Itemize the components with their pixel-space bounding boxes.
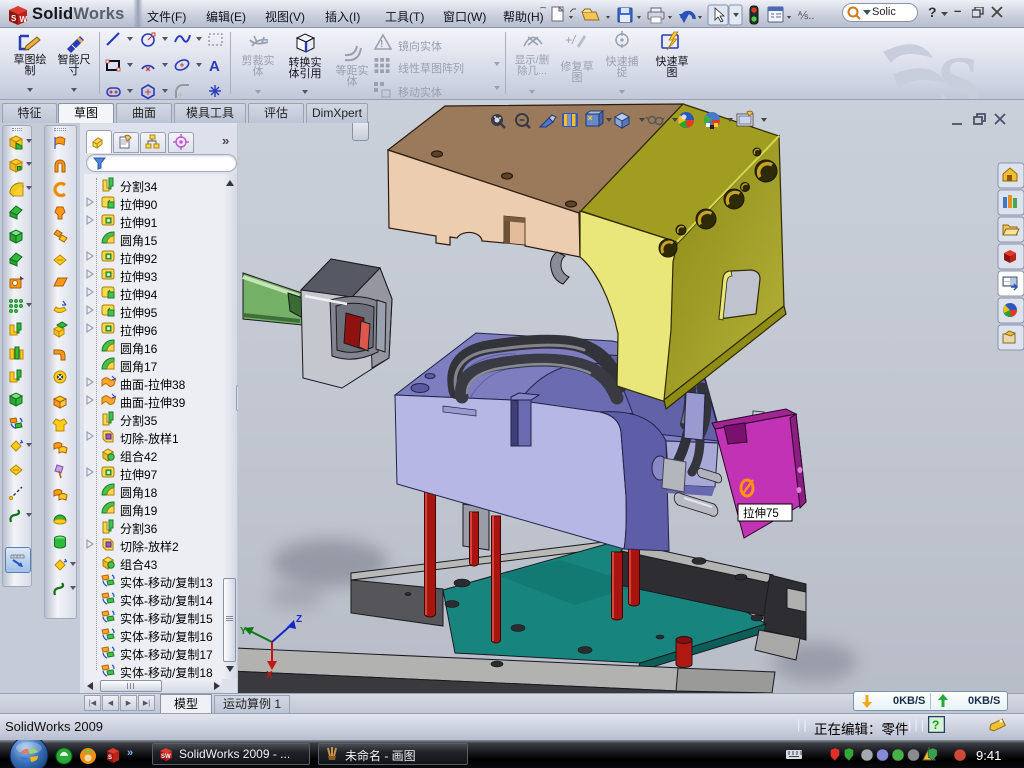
svg-text:Z: Z bbox=[296, 614, 302, 625]
svg-text:+/: +/ bbox=[565, 33, 577, 47]
svg-text:?: ? bbox=[932, 718, 939, 732]
svg-text:»: » bbox=[127, 747, 133, 759]
svg-text:!: ! bbox=[380, 39, 383, 50]
svg-text:S: S bbox=[11, 14, 17, 23]
svg-text:A: A bbox=[209, 58, 220, 75]
svg-text:⅍..: ⅍.. bbox=[797, 10, 814, 22]
svg-text:SW: SW bbox=[161, 754, 171, 760]
svg-text:S: S bbox=[937, 40, 980, 99]
svg-text:X: X bbox=[266, 670, 273, 681]
svg-text:拉伸75: 拉伸75 bbox=[743, 506, 779, 520]
svg-text:W: W bbox=[20, 15, 28, 24]
svg-text:Y: Y bbox=[240, 626, 247, 637]
svg-text:S: S bbox=[108, 755, 112, 761]
